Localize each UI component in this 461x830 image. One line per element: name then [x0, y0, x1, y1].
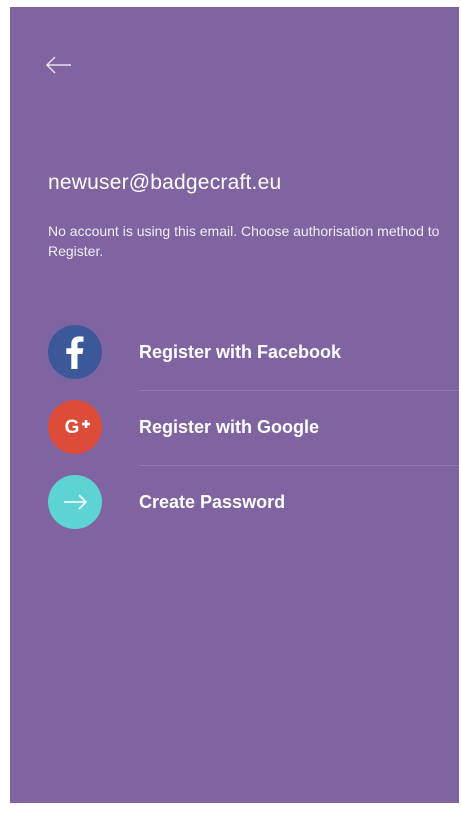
divider	[139, 465, 459, 466]
facebook-icon	[48, 325, 102, 379]
register-screen: newuser@badgecraft.eu No account is usin…	[10, 7, 459, 803]
email-address: newuser@badgecraft.eu	[48, 171, 282, 194]
create-password-button[interactable]: Create Password	[48, 475, 459, 531]
register-google-label: Register with Google	[139, 417, 320, 437]
svg-text:G: G	[65, 417, 80, 438]
arrow-left-icon	[45, 56, 71, 74]
google-plus-icon: G	[48, 400, 102, 454]
back-button[interactable]	[44, 53, 74, 77]
register-facebook-button[interactable]: Register with Facebook	[48, 325, 459, 381]
info-message: No account is using this email. Choose a…	[48, 223, 440, 259]
register-google-button[interactable]: G Register with Google	[48, 400, 459, 456]
create-password-label: Create Password	[139, 492, 286, 512]
register-facebook-label: Register with Facebook	[139, 342, 342, 362]
divider	[139, 390, 459, 391]
arrow-right-icon	[48, 475, 102, 529]
